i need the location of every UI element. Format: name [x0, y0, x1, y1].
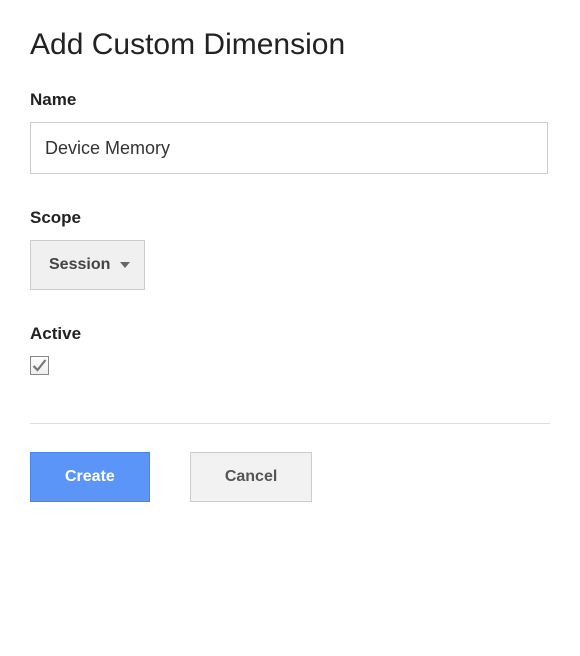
- divider: [30, 423, 550, 424]
- chevron-down-icon: [120, 262, 130, 268]
- scope-dropdown-label: Session: [49, 256, 110, 274]
- scope-label: Scope: [30, 208, 550, 228]
- active-field-group: Active: [30, 324, 550, 375]
- active-label: Active: [30, 324, 550, 344]
- page-title: Add Custom Dimension: [30, 28, 550, 62]
- scope-dropdown[interactable]: Session: [30, 240, 145, 290]
- name-field-group: Name: [30, 90, 550, 174]
- button-row: Create Cancel: [30, 452, 550, 502]
- create-button[interactable]: Create: [30, 452, 150, 502]
- scope-field-group: Scope Session: [30, 208, 550, 290]
- name-input[interactable]: [30, 122, 548, 174]
- active-checkbox[interactable]: [30, 356, 49, 375]
- cancel-button[interactable]: Cancel: [190, 452, 312, 502]
- name-label: Name: [30, 90, 550, 110]
- check-icon: [32, 359, 47, 372]
